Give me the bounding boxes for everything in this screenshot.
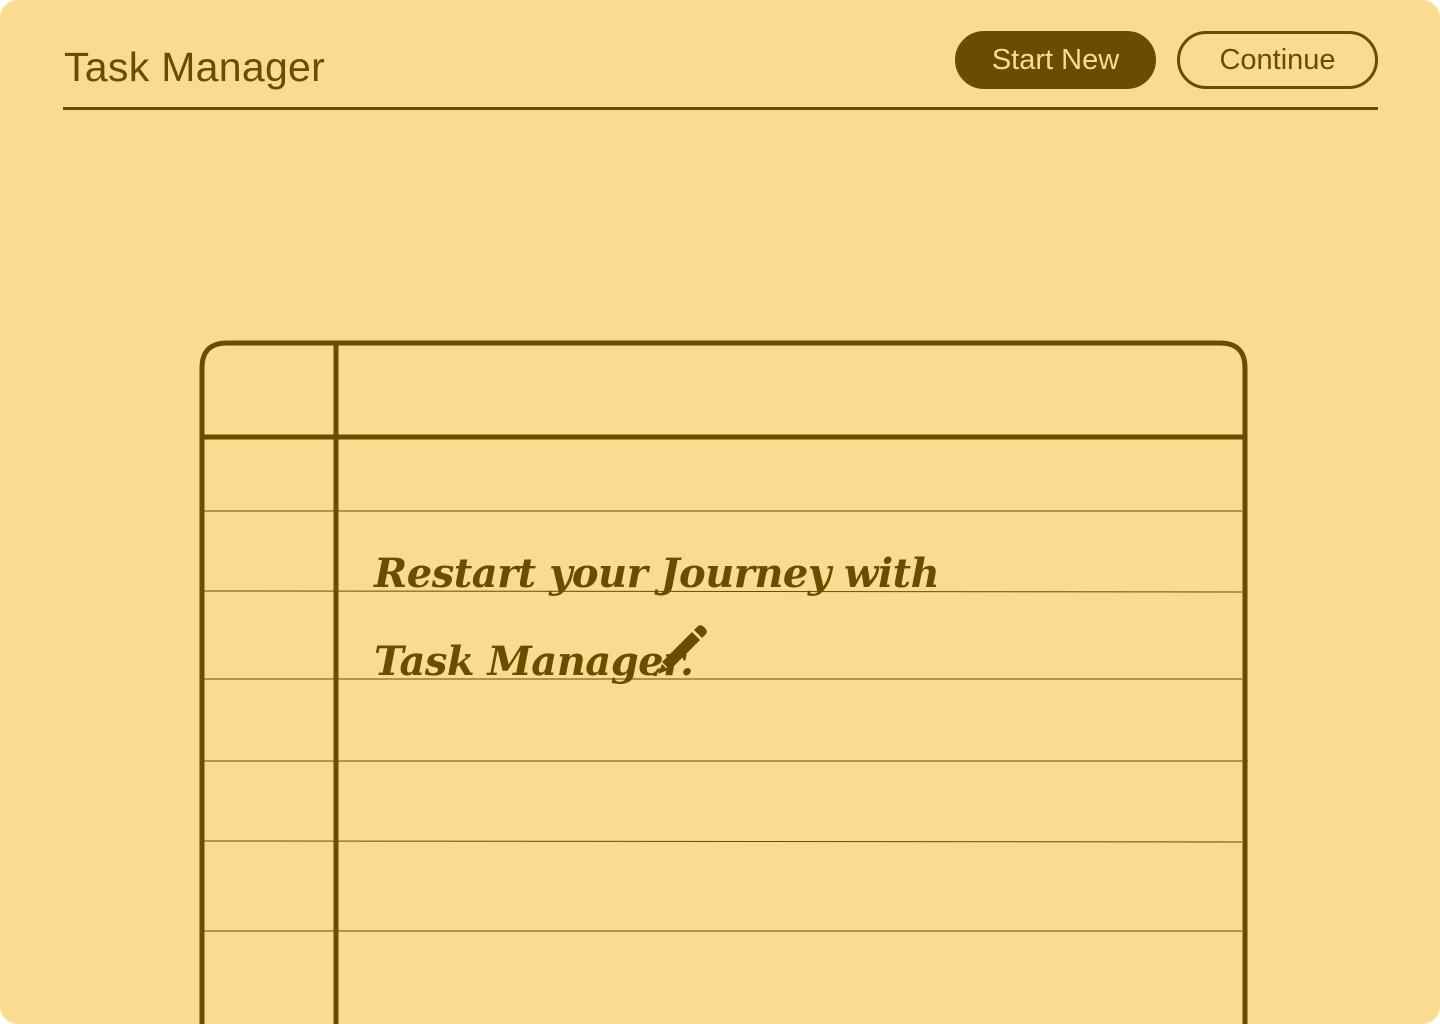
notebook-line-1: Restart your Journey with [374,550,940,597]
app-window: Task Manager Start New Continue Restart … [0,0,1440,1024]
notebook-illustration [199,340,1248,1024]
notebook-line-2: Task Manager. [374,638,694,685]
pencil-icon [653,625,707,676]
